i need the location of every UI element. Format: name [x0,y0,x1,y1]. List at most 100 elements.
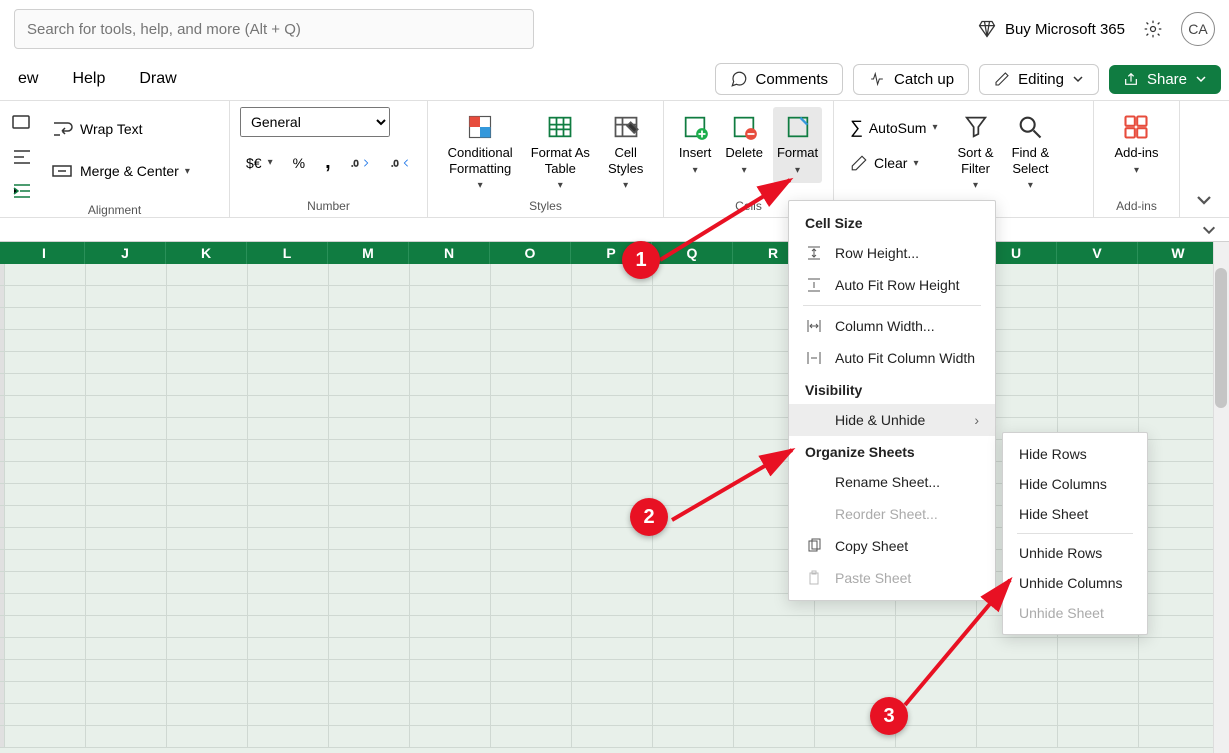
cell[interactable] [167,352,248,373]
cell[interactable] [167,264,248,285]
cell[interactable] [653,484,734,505]
cell[interactable] [491,550,572,571]
cell[interactable] [167,660,248,681]
cell[interactable] [1139,374,1220,395]
menu-copy-sheet[interactable]: Copy Sheet [789,530,995,562]
cell[interactable] [1058,374,1139,395]
column-header[interactable]: O [490,242,571,264]
cell[interactable] [5,704,86,725]
cell[interactable] [329,286,410,307]
decrease-decimal-button[interactable]: .0 [385,151,417,175]
column-header[interactable]: L [247,242,328,264]
cell[interactable] [86,418,167,439]
cell[interactable] [491,330,572,351]
cell[interactable] [329,506,410,527]
cell[interactable] [977,704,1058,725]
cell[interactable] [248,352,329,373]
submenu-unhide-rows[interactable]: Unhide Rows [1003,538,1147,568]
cell[interactable] [5,352,86,373]
cell[interactable] [86,726,167,747]
cell[interactable] [491,616,572,637]
cell[interactable] [653,638,734,659]
cell[interactable] [1139,264,1220,285]
column-header[interactable]: K [166,242,247,264]
cell[interactable] [1139,484,1220,505]
cell[interactable] [1139,594,1220,615]
cell[interactable] [1139,528,1220,549]
cell[interactable] [410,374,491,395]
cell[interactable] [491,638,572,659]
cell[interactable] [1058,286,1139,307]
sort-filter-button[interactable]: Sort & Filter [953,107,997,198]
cell[interactable] [5,286,86,307]
cell[interactable] [167,396,248,417]
cell[interactable] [167,550,248,571]
cell[interactable] [167,682,248,703]
column-header[interactable]: W [1138,242,1219,264]
cell[interactable] [5,264,86,285]
cell[interactable] [410,396,491,417]
cell[interactable] [329,330,410,351]
cell[interactable] [410,594,491,615]
cell[interactable] [248,528,329,549]
cell[interactable] [329,308,410,329]
cell[interactable] [248,682,329,703]
cell[interactable] [491,286,572,307]
cell[interactable] [5,374,86,395]
cell[interactable] [167,506,248,527]
share-button[interactable]: Share [1109,65,1221,94]
cell[interactable] [1139,462,1220,483]
cell[interactable] [977,726,1058,747]
collapse-ribbon-icon[interactable] [1195,191,1213,209]
cell[interactable] [572,462,653,483]
cell[interactable] [491,418,572,439]
cell[interactable] [653,286,734,307]
cell[interactable] [5,660,86,681]
cell[interactable] [572,660,653,681]
cell[interactable] [1139,418,1220,439]
cell[interactable] [248,704,329,725]
cell[interactable] [5,506,86,527]
cell[interactable] [5,484,86,505]
cell[interactable] [5,682,86,703]
cell[interactable] [1139,660,1220,681]
cell[interactable] [5,462,86,483]
cell[interactable] [410,528,491,549]
cell[interactable] [815,660,896,681]
cell[interactable] [410,682,491,703]
cell[interactable] [86,660,167,681]
gear-icon[interactable] [1143,19,1163,39]
cell[interactable] [410,660,491,681]
cell[interactable] [329,484,410,505]
cell[interactable] [653,528,734,549]
cell[interactable] [653,704,734,725]
merge-center-button[interactable]: Merge & Center [44,155,196,187]
cell[interactable] [1058,726,1139,747]
cell[interactable] [410,330,491,351]
cell[interactable] [410,264,491,285]
cell[interactable] [248,550,329,571]
column-header[interactable]: J [85,242,166,264]
cell[interactable] [491,528,572,549]
cell[interactable] [1058,396,1139,417]
cell[interactable] [329,396,410,417]
cell[interactable] [734,704,815,725]
cell[interactable] [896,682,977,703]
submenu-hide-columns[interactable]: Hide Columns [1003,469,1147,499]
cell[interactable] [977,660,1058,681]
cell[interactable] [167,418,248,439]
cell[interactable] [1139,506,1220,527]
cell[interactable] [572,374,653,395]
cell-styles-button[interactable]: Cell Styles [604,107,647,198]
cell[interactable] [86,308,167,329]
cell[interactable] [572,594,653,615]
cell[interactable] [491,682,572,703]
cell[interactable] [5,528,86,549]
cell[interactable] [248,396,329,417]
cell[interactable] [572,638,653,659]
cell[interactable] [1139,682,1220,703]
cell[interactable] [5,418,86,439]
cell[interactable] [5,726,86,747]
cell[interactable] [896,638,977,659]
cell[interactable] [1139,616,1220,637]
